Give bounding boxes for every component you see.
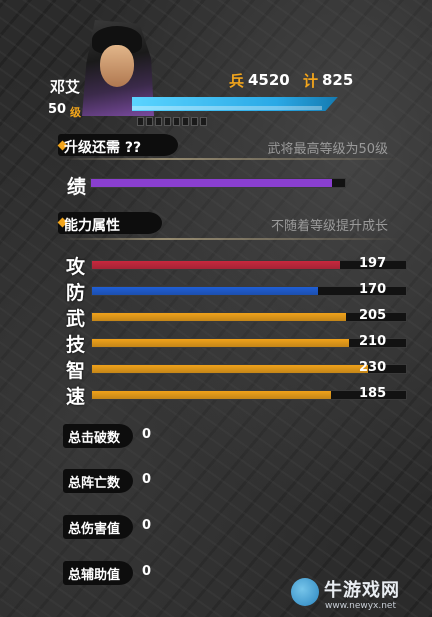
upgrade-label: 升级还需 ?? — [64, 140, 142, 156]
experience-segment — [200, 117, 207, 126]
experience-segment — [191, 117, 198, 126]
total-damage-label: 总伤害值 — [68, 522, 121, 537]
total-damage-value: 0 — [142, 518, 152, 533]
total-deaths-value: 0 — [142, 472, 152, 487]
watermark-text: 牛游戏网 — [324, 580, 400, 601]
total-kills-label: 总击破数 — [68, 431, 121, 446]
hero-name: 邓艾 — [50, 78, 81, 96]
stat-bar-fill — [92, 287, 319, 295]
strategy-icon: 计 — [303, 72, 319, 90]
stat-row-speed: 速 185 — [66, 385, 407, 408]
merit-label: 绩 — [67, 176, 87, 198]
stat-label: 技 — [66, 334, 86, 356]
stat-value: 210 — [359, 334, 387, 349]
stat-label: 攻 — [66, 256, 86, 278]
ability-divider — [60, 238, 400, 240]
strategy-value: 825 — [322, 71, 354, 89]
stat-value: 197 — [359, 256, 387, 271]
soldiers-value: 4520 — [248, 71, 290, 89]
experience-segment — [155, 117, 162, 126]
stat-value: 170 — [359, 282, 387, 297]
upgrade-note: 武将最高等级为50级 — [267, 142, 388, 157]
experience-segments — [137, 117, 207, 126]
merit-bar-fill — [91, 179, 333, 187]
stat-row-attack: 攻 197 — [66, 255, 407, 278]
hero-level-unit: 级 — [70, 106, 81, 119]
stat-value: 185 — [359, 386, 387, 401]
ability-note: 不随着等级提升成长 — [270, 219, 388, 234]
experience-bar-glow — [132, 106, 322, 110]
watermark-url: www.newyx.net — [325, 601, 397, 611]
stat-bar-fill — [92, 261, 341, 269]
stat-value: 205 — [359, 308, 387, 323]
stat-label: 防 — [66, 282, 86, 304]
stat-label: 速 — [66, 386, 86, 408]
stat-bar-fill — [92, 313, 347, 321]
experience-segment — [182, 117, 189, 126]
experience-segment — [146, 117, 153, 126]
stat-bar-fill — [92, 339, 350, 347]
total-assist-label: 总辅助值 — [68, 568, 121, 583]
watermark-logo-icon — [291, 578, 319, 606]
hero-level: 50 — [48, 102, 67, 117]
experience-segment — [164, 117, 171, 126]
soldiers-icon: 兵 — [229, 72, 245, 90]
stat-row-martial: 武 205 — [66, 307, 407, 330]
total-kills-value: 0 — [142, 427, 152, 442]
merit-bar-track — [90, 178, 346, 188]
stat-bar-fill — [92, 365, 369, 373]
stat-row-defense: 防 170 — [66, 281, 407, 304]
hero-face — [100, 45, 134, 87]
total-deaths-label: 总阵亡数 — [68, 476, 121, 491]
stat-value: 230 — [359, 360, 387, 375]
upgrade-divider — [60, 158, 400, 160]
stat-label: 智 — [66, 360, 86, 382]
ability-label: 能力属性 — [64, 218, 120, 234]
experience-segment — [137, 117, 144, 126]
stat-bar-fill — [92, 391, 331, 399]
stat-row-intellect: 智 230 — [66, 359, 407, 382]
experience-segment — [173, 117, 180, 126]
total-assist-value: 0 — [142, 564, 152, 579]
stat-label: 武 — [66, 308, 86, 330]
stat-row-skill: 技 210 — [66, 333, 407, 356]
